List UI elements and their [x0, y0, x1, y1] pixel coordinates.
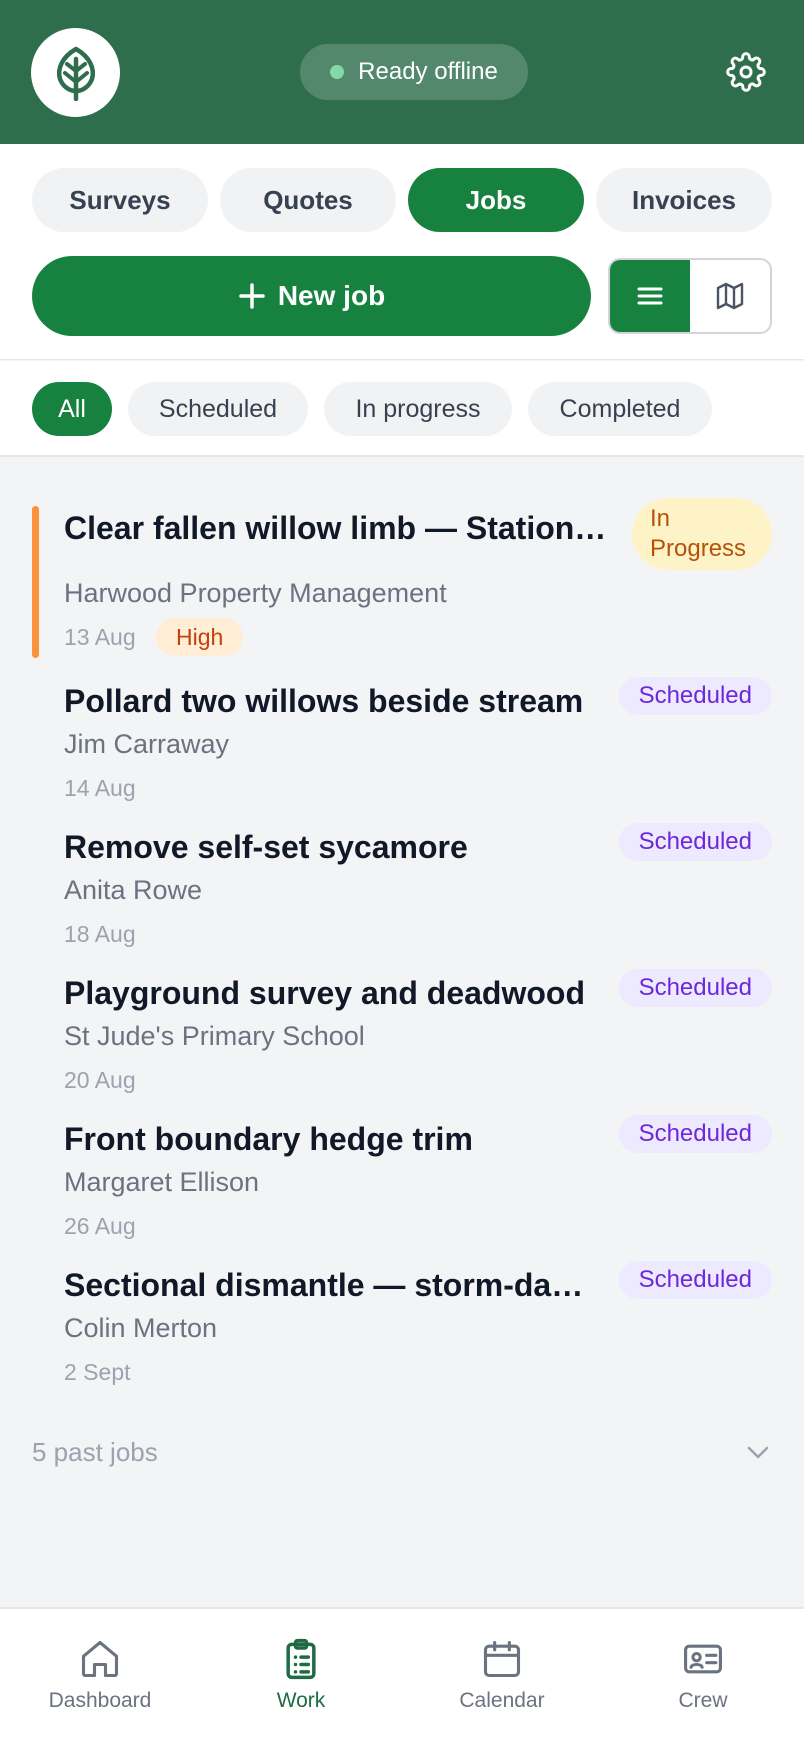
nav-work[interactable]: Work: [221, 1637, 381, 1727]
filter-scheduled[interactable]: Scheduled: [128, 382, 308, 436]
past-jobs-label: 5 past jobs: [32, 1436, 158, 1467]
job-date: 14 Aug: [64, 775, 136, 801]
job-client: Harwood Property Management: [64, 578, 447, 608]
job-title: Front boundary hedge trim: [64, 1121, 473, 1157]
clipboard-icon: [286, 1638, 316, 1680]
job-client: Jim Carraway: [64, 729, 230, 759]
chevron-down-icon: [747, 1446, 769, 1459]
status-badge: Scheduled: [618, 677, 772, 715]
job-title: Sectional dismantle — storm-da…: [64, 1267, 584, 1303]
filter-completed[interactable]: Completed: [528, 382, 712, 436]
app-header: Ready offline: [0, 0, 804, 144]
section-panel: Surveys Quotes Jobs Invoices New job: [0, 144, 804, 360]
past-jobs-toggle[interactable]: 5 past jobs: [32, 1432, 772, 1472]
map-view-button[interactable]: [690, 260, 770, 332]
nav-label: Calendar: [459, 1689, 545, 1712]
job-title: Pollard two willows beside stream: [64, 683, 584, 719]
priority-badge: High: [156, 618, 244, 656]
list-icon: [637, 287, 663, 305]
filter-in-progress[interactable]: In progress: [324, 382, 512, 436]
nav-calendar[interactable]: Calendar: [422, 1637, 582, 1727]
plus-icon: [239, 283, 265, 309]
tab-quotes[interactable]: Quotes: [220, 168, 396, 232]
tab-invoices[interactable]: Invoices: [596, 168, 772, 232]
job-item[interactable]: Front boundary hedge trim Scheduled Marg…: [0, 1115, 804, 1239]
settings-button[interactable]: [724, 50, 768, 94]
job-date: 20 Aug: [64, 1067, 136, 1093]
status-label: Ready offline: [358, 58, 498, 85]
job-date: 18 Aug: [64, 921, 136, 947]
tree-icon: [56, 46, 95, 101]
nav-dashboard[interactable]: Dashboard: [20, 1637, 180, 1727]
job-client: Margaret Ellison: [64, 1167, 260, 1197]
nav-label: Work: [276, 1689, 326, 1712]
id-card-icon: [684, 1644, 722, 1674]
offline-status-pill: Ready offline: [300, 44, 528, 100]
nav-label: Crew: [678, 1689, 728, 1712]
job-item[interactable]: Remove self-set sycamore Scheduled Anita…: [0, 823, 804, 947]
status-dot: [330, 65, 345, 79]
status-badge: In Progress: [632, 498, 772, 570]
map-icon: [716, 282, 744, 310]
home-icon: [81, 1640, 119, 1678]
job-date: 26 Aug: [64, 1213, 136, 1239]
job-date: 13 Aug: [64, 624, 136, 650]
tab-jobs[interactable]: Jobs: [408, 168, 584, 232]
filter-all[interactable]: All: [32, 382, 112, 436]
tab-surveys[interactable]: Surveys: [32, 168, 208, 232]
list-view-button[interactable]: [610, 260, 690, 332]
job-item[interactable]: Pollard two willows beside stream Schedu…: [0, 677, 804, 801]
job-client: Anita Rowe: [64, 875, 203, 905]
new-job-button[interactable]: New job: [32, 256, 591, 336]
job-client: Colin Merton: [64, 1313, 218, 1343]
gear-icon: [726, 52, 766, 92]
job-date: 2 Sept: [64, 1359, 131, 1385]
job-item[interactable]: Playground survey and deadwood Scheduled…: [0, 969, 804, 1093]
status-badge: Scheduled: [618, 823, 772, 861]
job-item[interactable]: Clear fallen willow limb — Station… In P…: [0, 498, 804, 658]
status-filter-bar: All Scheduled In progress Completed: [0, 361, 804, 457]
status-badge: Scheduled: [618, 969, 772, 1007]
bottom-nav: Dashboard Work Calendar Crew: [0, 1607, 804, 1748]
nav-crew[interactable]: Crew: [623, 1637, 783, 1727]
new-job-label: New job: [277, 280, 386, 311]
app-logo[interactable]: [31, 28, 120, 117]
job-item[interactable]: Sectional dismantle — storm-da… Schedule…: [0, 1261, 804, 1385]
job-title: Clear fallen willow limb — Station…: [64, 510, 607, 546]
job-title: Playground survey and deadwood: [64, 975, 585, 1011]
status-badge: Scheduled: [618, 1115, 772, 1153]
calendar-icon: [483, 1640, 521, 1678]
view-toggle: [608, 258, 772, 334]
job-client: St Jude's Primary School: [64, 1021, 365, 1051]
priority-accent-bar: [32, 506, 39, 658]
nav-label: Dashboard: [48, 1689, 152, 1712]
job-title: Remove self-set sycamore: [64, 829, 468, 865]
status-badge: Scheduled: [618, 1261, 772, 1299]
